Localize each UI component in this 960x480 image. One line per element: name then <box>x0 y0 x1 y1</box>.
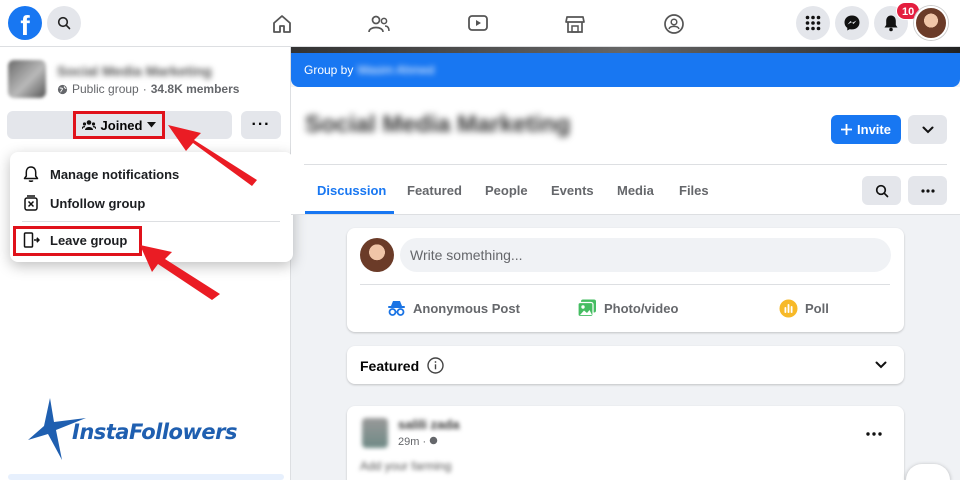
globe-icon <box>57 84 68 94</box>
joined-label: Joined <box>100 117 143 133</box>
poll-button[interactable]: Poll <box>779 297 829 319</box>
active-tab-indicator <box>305 211 394 214</box>
post-timestamp[interactable]: 29m · <box>398 436 438 448</box>
top-navigation-bar: f 10 <box>0 0 960 47</box>
featured-heading: Featured <box>360 357 444 374</box>
friends-icon <box>368 15 390 33</box>
more-dots-icon <box>920 188 935 193</box>
tab-media[interactable]: Media <box>617 183 654 198</box>
chevron-down-icon <box>922 126 933 133</box>
action-label: Anonymous Post <box>413 300 520 316</box>
photo-icon <box>577 299 596 317</box>
new-message-button[interactable] <box>906 464 950 480</box>
group-thumbnail[interactable] <box>8 60 46 98</box>
group-by-label: Group by <box>304 63 354 77</box>
nav-friends[interactable] <box>364 10 394 38</box>
search-button[interactable] <box>47 6 81 40</box>
anonymous-post-button[interactable]: Anonymous Post <box>387 297 520 319</box>
sidebar-bottom-card <box>8 474 284 480</box>
post-author-name[interactable]: salili zada <box>398 417 459 432</box>
members-icon <box>81 120 96 130</box>
featured-label: Featured <box>360 357 420 374</box>
composer-avatar <box>360 238 394 272</box>
group-privacy: Public group <box>72 82 139 96</box>
more-dots-icon <box>866 432 882 436</box>
messenger-button[interactable] <box>835 6 869 40</box>
header-options-button[interactable] <box>908 115 947 144</box>
featured-chevron-down-icon[interactable] <box>875 361 887 369</box>
action-label: Poll <box>805 300 829 316</box>
group-members-count: 34.8K members <box>150 82 240 96</box>
search-icon <box>57 16 71 30</box>
tab-files[interactable]: Files <box>679 183 709 198</box>
group-title: Social Media Marketing <box>305 111 571 138</box>
action-label: Photo/video <box>604 300 679 316</box>
home-icon <box>273 15 291 33</box>
post-body-text: Add your farming <box>360 459 452 473</box>
bell-icon <box>884 15 898 32</box>
cover-photo-edge <box>291 47 960 53</box>
tab-events[interactable]: Events <box>551 183 594 198</box>
messenger-icon <box>844 15 860 31</box>
sidebar-group-name[interactable]: Social Media Marketing <box>57 63 212 79</box>
bell-outline-icon <box>23 166 39 182</box>
group-owner-name[interactable]: Wasim Ahmed <box>357 63 434 77</box>
photo-video-button[interactable]: Photo/video <box>577 297 678 319</box>
menu-button[interactable] <box>796 6 830 40</box>
tab-featured[interactable]: Featured <box>407 183 462 198</box>
invite-label: Invite <box>857 122 891 137</box>
menu-item-label: Unfollow group <box>50 195 146 211</box>
group-by-line: Group by Wasim Ahmed <box>304 63 434 77</box>
profile-avatar[interactable] <box>914 6 948 40</box>
tabs-more-button[interactable] <box>908 176 947 205</box>
tabs-divider <box>304 164 947 165</box>
nav-groups[interactable] <box>659 10 689 38</box>
invite-button[interactable]: Invite <box>831 115 901 144</box>
joined-dropdown-menu: Manage notifications Unfollow group Leav… <box>10 152 293 262</box>
anonymous-icon <box>388 301 405 316</box>
menu-item-label: Manage notifications <box>50 166 180 182</box>
nav-watch[interactable] <box>463 10 493 38</box>
plus-icon <box>841 124 853 135</box>
post-time-value: 29m <box>398 436 420 448</box>
tab-discussion[interactable]: Discussion <box>317 183 386 198</box>
search-icon <box>875 184 888 197</box>
caret-down-icon <box>147 122 157 128</box>
watch-icon <box>468 15 488 31</box>
facebook-logo-icon[interactable]: f <box>8 6 42 40</box>
post-options-button[interactable] <box>866 423 882 441</box>
info-icon[interactable] <box>427 357 444 374</box>
menu-divider <box>22 221 280 222</box>
composer-divider <box>360 284 890 285</box>
menu-item-unfollow-group[interactable]: Unfollow group <box>22 190 145 216</box>
leave-group-highlight-box <box>13 226 142 256</box>
group-meta: Public group · 34.8K members <box>57 82 239 96</box>
write-something-input[interactable]: Write something... <box>400 238 891 272</box>
meta-separator: · <box>142 82 147 96</box>
marketplace-icon <box>565 16 585 33</box>
joined-button[interactable]: Joined <box>73 111 165 139</box>
post-author-avatar[interactable] <box>362 418 388 448</box>
groups-icon <box>664 14 684 34</box>
menu-grid-icon <box>805 15 821 31</box>
globe-icon <box>429 436 438 445</box>
group-search-button[interactable] <box>862 176 901 205</box>
poll-icon <box>779 299 798 317</box>
menu-item-manage-notifications[interactable]: Manage notifications <box>22 161 179 187</box>
tab-people[interactable]: People <box>485 183 528 198</box>
sidebar-more-button[interactable]: ··· <box>241 111 281 139</box>
unfollow-icon <box>24 195 38 211</box>
nav-marketplace[interactable] <box>560 10 590 38</box>
nav-home[interactable] <box>267 10 297 38</box>
instafollowers-watermark: InstaFollowers <box>28 396 237 462</box>
brand-wordmark: InstaFollowers <box>72 420 237 444</box>
